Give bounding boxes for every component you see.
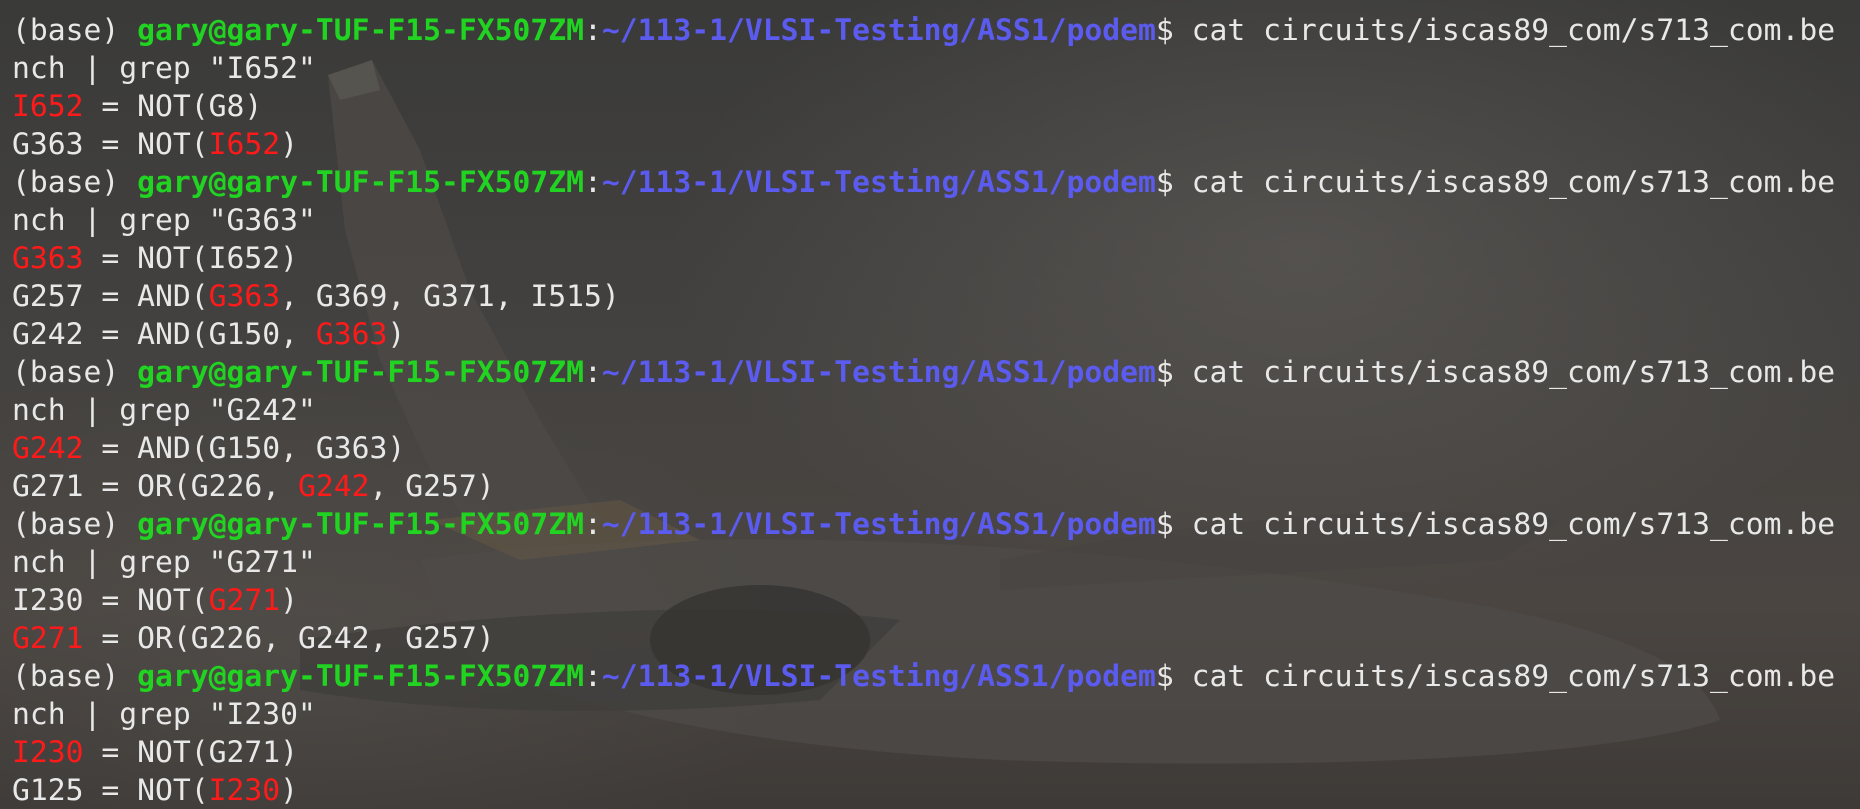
command-text: cat circuits/iscas89_com/s713_com.be — [1191, 659, 1836, 694]
output-line: G271 = OR(G226, G242, G257) — [12, 620, 1835, 658]
prompt-colon: : — [583, 13, 602, 48]
prompt-colon: : — [583, 507, 602, 542]
output-line: I652 = NOT(G8) — [12, 88, 1835, 126]
command-wrap-line: nch | grep "G271" — [12, 544, 1835, 582]
grep-match-highlight: G271 — [12, 621, 84, 656]
grep-match-highlight: G242 — [297, 469, 370, 504]
output-line: G363 = NOT(I652) — [12, 126, 1835, 164]
prompt-path: ~/113-1/VLSI-Testing/ASS1/podem — [601, 165, 1156, 200]
grep-match-highlight: I230 — [208, 773, 281, 808]
prompt-path: ~/113-1/VLSI-Testing/ASS1/podem — [601, 507, 1156, 542]
grep-match-highlight: G363 — [12, 241, 84, 276]
grep-match-highlight: I230 — [12, 735, 84, 770]
output-text: = NOT(G8) — [83, 89, 263, 124]
command-wrap-line: nch | grep "I230" — [12, 696, 1835, 734]
output-text: G125 = NOT( — [12, 773, 209, 808]
prompt-line: (base) gary@gary-TUF-F15-FX507ZM:~/113-1… — [12, 658, 1835, 696]
prompt-path: ~/113-1/VLSI-Testing/ASS1/podem — [601, 13, 1156, 48]
output-text: G242 = AND(G150, — [12, 317, 316, 352]
prompt-user-host: gary@gary-TUF-F15-FX507ZM — [137, 165, 584, 200]
output-line: G242 = AND(G150, G363) — [12, 316, 1835, 354]
prompt-env: (base) — [12, 13, 138, 48]
prompt-line: (base) gary@gary-TUF-F15-FX507ZM:~/113-1… — [12, 506, 1835, 544]
output-line: G257 = AND(G363, G369, G371, I515) — [12, 278, 1835, 316]
grep-match-highlight: I652 — [208, 127, 281, 162]
output-text: , G257) — [369, 469, 495, 504]
command-text-wrapped: nch | grep "G363" — [12, 203, 316, 238]
output-text: G363 = NOT( — [12, 127, 209, 162]
prompt-path: ~/113-1/VLSI-Testing/ASS1/podem — [601, 659, 1156, 694]
output-line: I230 = NOT(G271) — [12, 582, 1835, 620]
output-text: = OR(G226, G242, G257) — [83, 621, 495, 656]
prompt-line: (base) gary@gary-TUF-F15-FX507ZM:~/113-1… — [12, 12, 1835, 50]
output-line: I230 = NOT(G271) — [12, 734, 1835, 772]
output-text: ) — [387, 317, 406, 352]
output-text: = NOT(I652) — [83, 241, 298, 276]
command-text: cat circuits/iscas89_com/s713_com.be — [1191, 355, 1836, 390]
prompt-user-host: gary@gary-TUF-F15-FX507ZM — [137, 355, 584, 390]
prompt-user-host: gary@gary-TUF-F15-FX507ZM — [137, 507, 584, 542]
output-text: = AND(G150, G363) — [83, 431, 406, 466]
prompt-dollar: $ — [1155, 165, 1192, 200]
prompt-dollar: $ — [1155, 659, 1192, 694]
output-line: G242 = AND(G150, G363) — [12, 430, 1835, 468]
output-text: G257 = AND( — [12, 279, 209, 314]
prompt-path: ~/113-1/VLSI-Testing/ASS1/podem — [601, 355, 1156, 390]
terminal-output[interactable]: (base) gary@gary-TUF-F15-FX507ZM:~/113-1… — [12, 12, 1835, 809]
command-text-wrapped: nch | grep "G242" — [12, 393, 316, 428]
prompt-line: (base) gary@gary-TUF-F15-FX507ZM:~/113-1… — [12, 164, 1835, 202]
prompt-user-host: gary@gary-TUF-F15-FX507ZM — [137, 659, 584, 694]
output-text: ) — [280, 773, 298, 808]
terminal-window[interactable]: (base) gary@gary-TUF-F15-FX507ZM:~/113-1… — [0, 0, 1860, 809]
command-wrap-line: nch | grep "I652" — [12, 50, 1835, 88]
command-text-wrapped: nch | grep "I230" — [12, 697, 316, 732]
prompt-dollar: $ — [1155, 13, 1192, 48]
output-line: G363 = NOT(I652) — [12, 240, 1835, 278]
grep-match-highlight: G363 — [315, 317, 388, 352]
prompt-colon: : — [583, 355, 602, 390]
output-text: ) — [280, 583, 298, 618]
prompt-env: (base) — [12, 355, 138, 390]
grep-match-highlight: G271 — [208, 583, 281, 618]
prompt-user-host: gary@gary-TUF-F15-FX507ZM — [137, 13, 584, 48]
output-line: G125 = NOT(I230) — [12, 772, 1835, 809]
grep-match-highlight: G363 — [208, 279, 281, 314]
prompt-dollar: $ — [1155, 355, 1192, 390]
grep-match-highlight: I652 — [12, 89, 84, 124]
output-text: = NOT(G271) — [83, 735, 298, 770]
prompt-env: (base) — [12, 507, 138, 542]
command-text: cat circuits/iscas89_com/s713_com.be — [1191, 165, 1836, 200]
output-text: I230 = NOT( — [12, 583, 209, 618]
command-text: cat circuits/iscas89_com/s713_com.be — [1191, 13, 1836, 48]
command-text-wrapped: nch | grep "G271" — [12, 545, 316, 580]
prompt-line: (base) gary@gary-TUF-F15-FX507ZM:~/113-1… — [12, 354, 1835, 392]
prompt-dollar: $ — [1155, 507, 1192, 542]
prompt-env: (base) — [12, 659, 138, 694]
prompt-env: (base) — [12, 165, 138, 200]
output-text: ) — [280, 127, 298, 162]
output-text: , G369, G371, I515) — [280, 279, 620, 314]
command-text: cat circuits/iscas89_com/s713_com.be — [1191, 507, 1836, 542]
command-wrap-line: nch | grep "G242" — [12, 392, 1835, 430]
prompt-colon: : — [583, 659, 602, 694]
grep-match-highlight: G242 — [12, 431, 84, 466]
output-line: G271 = OR(G226, G242, G257) — [12, 468, 1835, 506]
command-wrap-line: nch | grep "G363" — [12, 202, 1835, 240]
output-text: G271 = OR(G226, — [12, 469, 298, 504]
command-text-wrapped: nch | grep "I652" — [12, 51, 316, 86]
prompt-colon: : — [583, 165, 602, 200]
